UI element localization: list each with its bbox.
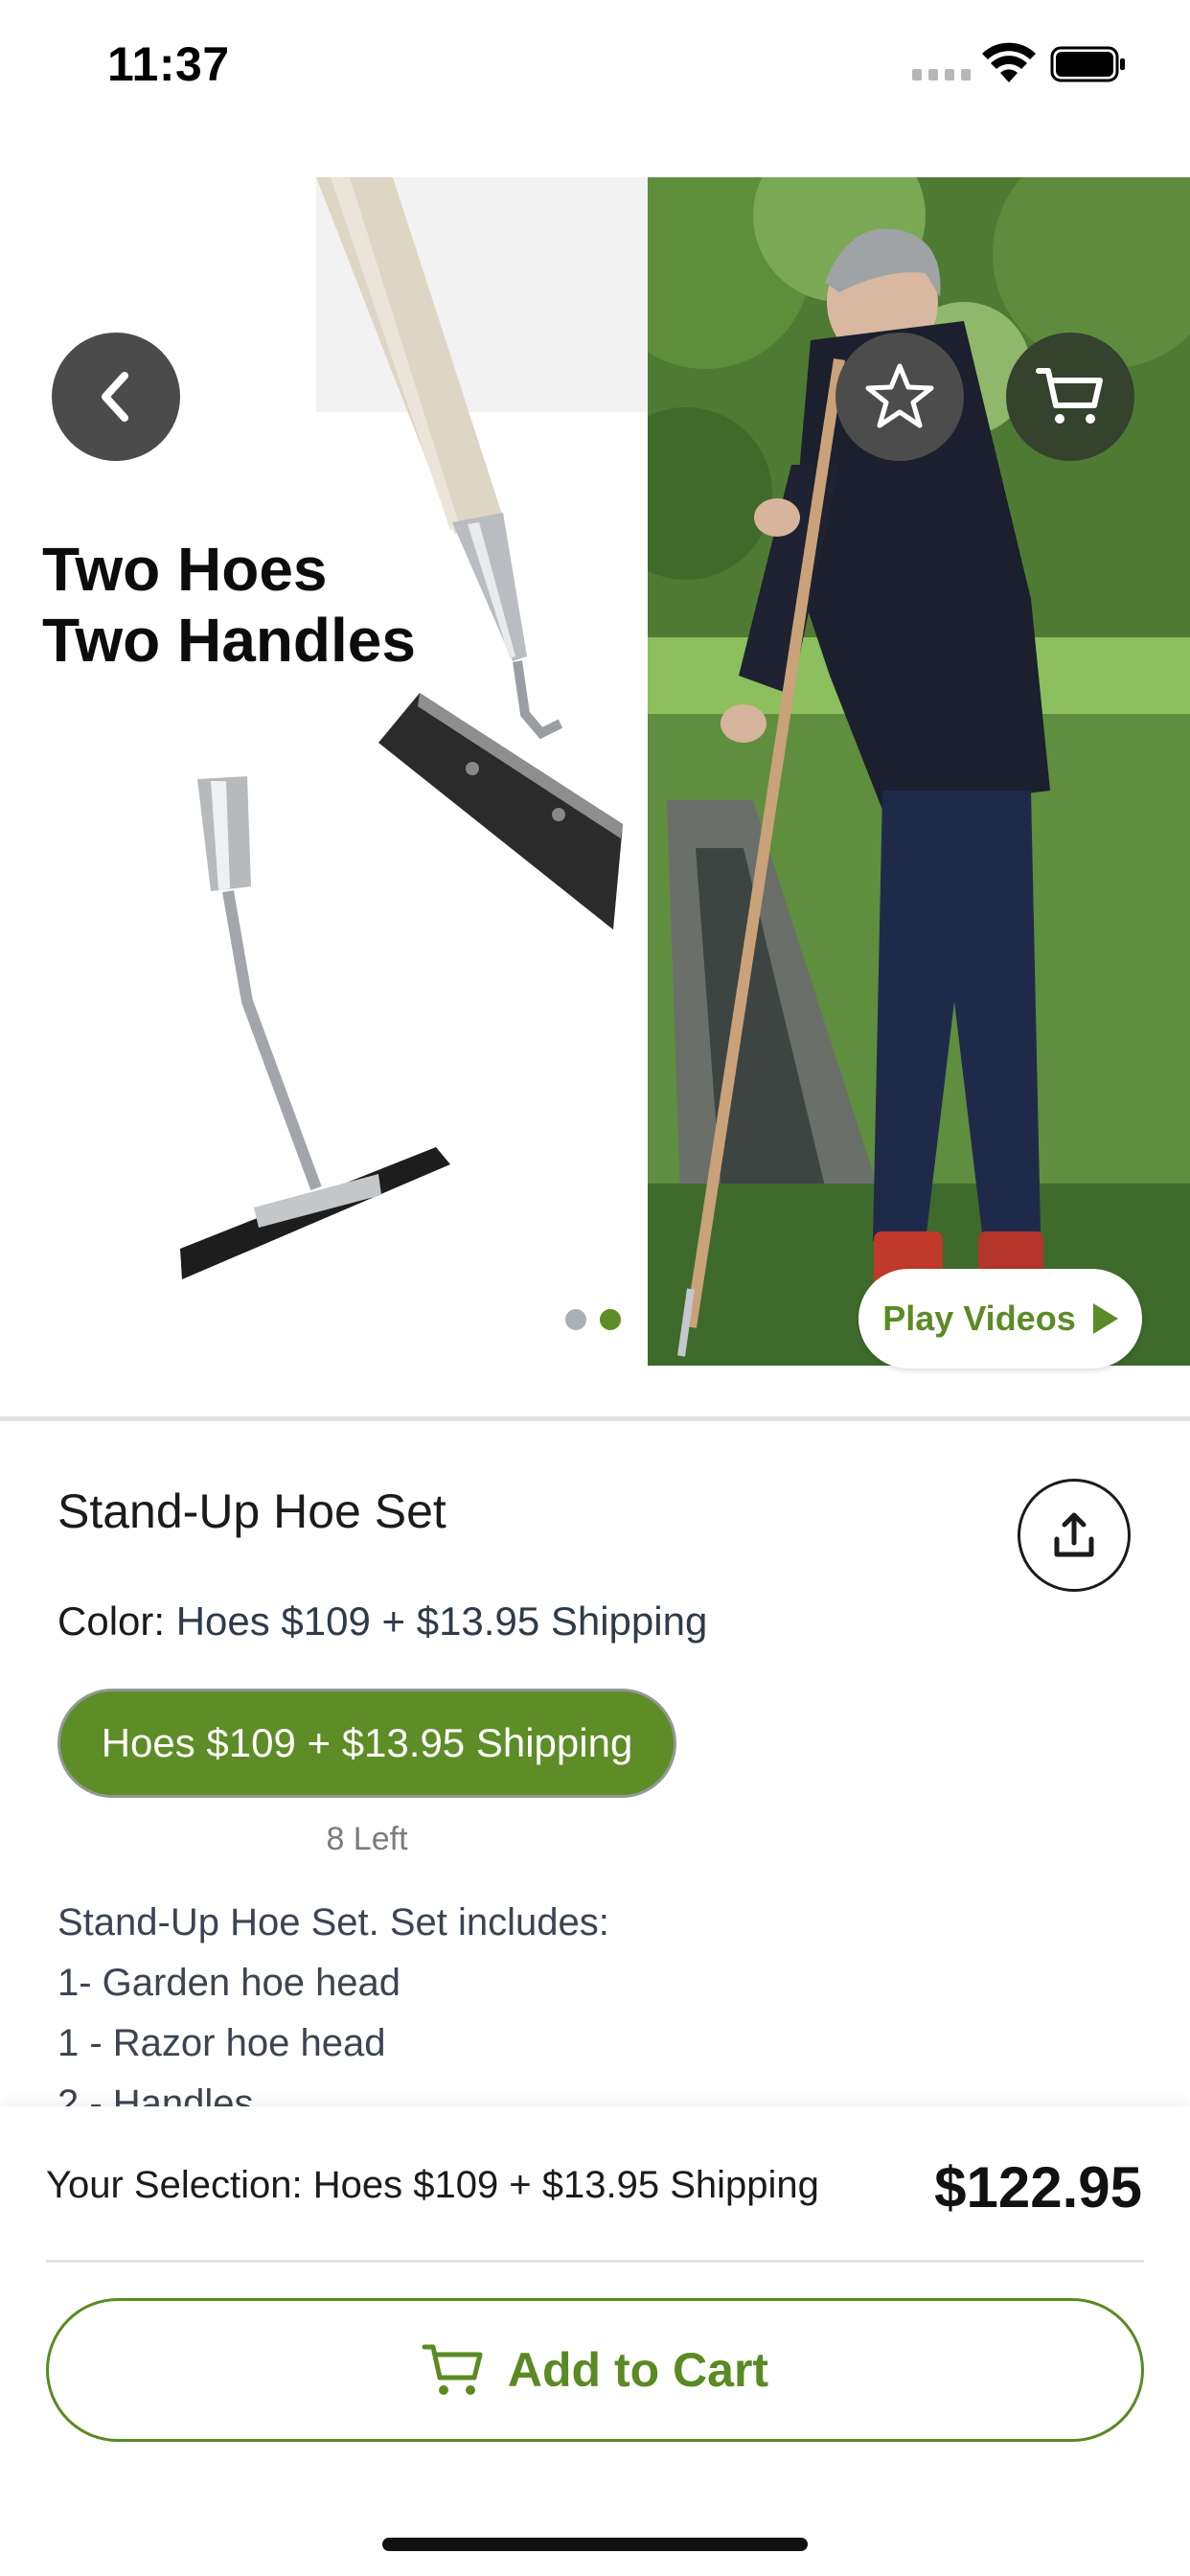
- page-dot-2[interactable]: [600, 1309, 621, 1330]
- color-value: Hoes $109 + $13.95 Shipping: [175, 1598, 708, 1644]
- product-detail-screen: 11:37 Two Hoes Two Handles Play Videos S…: [0, 0, 1190, 2576]
- home-indicator[interactable]: [382, 2538, 808, 2551]
- color-label: Color:: [57, 1598, 176, 1644]
- selection-summary: Your Selection: Hoes $109 + $13.95 Shipp…: [46, 2164, 819, 2206]
- description-line: 2 - Handles: [57, 2082, 254, 2108]
- total-price: $122.95: [934, 2155, 1142, 2220]
- cart-icon: [1036, 368, 1103, 424]
- color-selection-line: Color: Hoes $109 + $13.95 Shipping: [57, 1598, 707, 1644]
- share-icon: [1054, 1512, 1094, 1557]
- promo-text: Two Hoes Two Handles: [42, 535, 416, 675]
- stock-count: 8 Left: [326, 1821, 408, 1857]
- description-line: 1- Garden hoe head: [57, 1962, 401, 2004]
- star-icon: [865, 363, 934, 428]
- favorite-button[interactable]: [835, 333, 964, 461]
- image-gallery[interactable]: Two Hoes Two Handles: [0, 177, 1190, 1366]
- wifi-icon: [982, 42, 1036, 82]
- add-to-cart-label: Add to Cart: [507, 2343, 769, 2397]
- share-button[interactable]: [1018, 1479, 1131, 1592]
- battery-icon: [1050, 46, 1125, 82]
- cellular-signal-icon: [912, 69, 971, 80]
- purchase-panel: Your Selection: Hoes $109 + $13.95 Shipp…: [0, 2106, 1190, 2576]
- add-to-cart-button[interactable]: Add to Cart: [46, 2298, 1144, 2442]
- cart-button[interactable]: [1006, 333, 1134, 461]
- page-dot-1[interactable]: [565, 1309, 586, 1330]
- play-icon: [1092, 1303, 1118, 1334]
- description-line: 1 - Razor hoe head: [57, 2022, 386, 2064]
- variant-option-label: Hoes $109 + $13.95 Shipping: [101, 1720, 633, 1765]
- panel-divider: [46, 2260, 1144, 2263]
- play-videos-button[interactable]: Play Videos: [858, 1269, 1142, 1368]
- status-time: 11:37: [107, 37, 230, 91]
- chevron-left-icon: [102, 372, 128, 422]
- play-videos-label: Play Videos: [882, 1299, 1076, 1338]
- status-bar: 11:37: [0, 0, 1190, 134]
- cart-icon: [422, 2344, 483, 2395]
- section-divider: [0, 1416, 1190, 1421]
- product-description: Stand-Up Hoe Set. Set includes: 1- Garde…: [57, 1893, 1111, 2108]
- description-line: Stand-Up Hoe Set. Set includes:: [57, 1901, 609, 1944]
- back-button[interactable]: [52, 333, 180, 461]
- product-title: Stand-Up Hoe Set: [57, 1484, 446, 1538]
- variant-option-button[interactable]: Hoes $109 + $13.95 Shipping: [57, 1689, 676, 1798]
- gallery-page-indicator[interactable]: [565, 1309, 621, 1330]
